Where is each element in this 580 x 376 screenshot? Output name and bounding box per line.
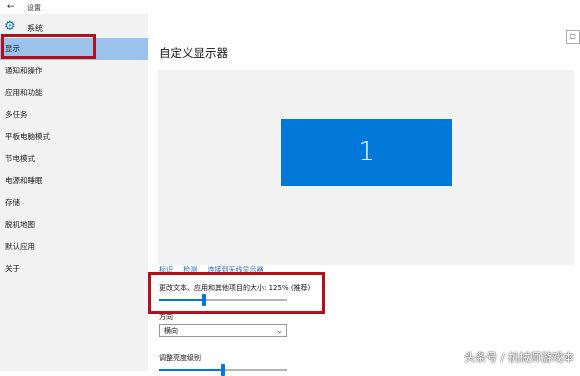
brightness-slider-thumb[interactable]: [221, 364, 225, 376]
connect-wireless-link[interactable]: 连接到无线显示器: [207, 266, 263, 274]
sidebar-item-notifications[interactable]: 通知和操作: [0, 60, 148, 82]
page-title: 自定义显示器: [159, 46, 228, 60]
main-panel: □ 自定义显示器 1 标识 检测 连接到无线显示器 更改文本、应用和其他项目的大…: [148, 14, 580, 376]
scale-slider-thumb[interactable]: [202, 294, 206, 306]
watermark: 头条号 / 机械师游戏本: [464, 351, 574, 364]
detect-link[interactable]: 检测: [183, 266, 197, 274]
scale-slider-fill: [159, 299, 204, 301]
orientation-label: 方向: [159, 313, 173, 321]
display-links: 标识 检测 连接到无线显示器: [159, 265, 271, 275]
orientation-value: 横向: [164, 327, 178, 335]
display-arrangement-area: 1: [158, 70, 574, 265]
sidebar-item-offline-maps[interactable]: 脱机地图: [0, 214, 148, 236]
sidebar-item-battery-saver[interactable]: 节电模式: [0, 148, 148, 170]
title-bar: ← 设置: [0, 0, 580, 14]
sidebar: ⚙ 系统 显示 通知和操作 应用和功能 多任务 平板电脑模式 节电模式 电源和睡…: [0, 14, 148, 371]
gear-icon: ⚙: [4, 19, 16, 34]
sidebar-item-power-sleep[interactable]: 电源和睡眠: [0, 170, 148, 192]
chevron-down-icon: ⌄: [276, 326, 283, 335]
sidebar-item-multitasking[interactable]: 多任务: [0, 104, 148, 126]
sidebar-title: 系统: [27, 24, 43, 33]
sidebar-item-display[interactable]: 显示: [0, 38, 148, 60]
sidebar-item-storage[interactable]: 存储: [0, 192, 148, 214]
identify-link[interactable]: 标识: [159, 266, 173, 274]
window-title: 设置: [27, 4, 41, 12]
sidebar-item-tablet-mode[interactable]: 平板电脑模式: [0, 126, 148, 148]
window-control-button[interactable]: □: [566, 30, 580, 44]
scale-slider[interactable]: [159, 294, 287, 306]
arrow-left-icon[interactable]: ←: [7, 2, 15, 12]
brightness-label: 调整亮度级别: [159, 354, 201, 362]
monitor-tile[interactable]: 1: [281, 119, 452, 186]
sidebar-item-default-apps[interactable]: 默认应用: [0, 236, 148, 258]
sidebar-item-apps[interactable]: 应用和功能: [0, 82, 148, 104]
orientation-dropdown[interactable]: 横向 ⌄: [159, 324, 287, 337]
scale-label: 更改文本、应用和其他项目的大小: 125% (推荐): [159, 284, 311, 292]
sidebar-item-about[interactable]: 关于: [0, 258, 148, 280]
